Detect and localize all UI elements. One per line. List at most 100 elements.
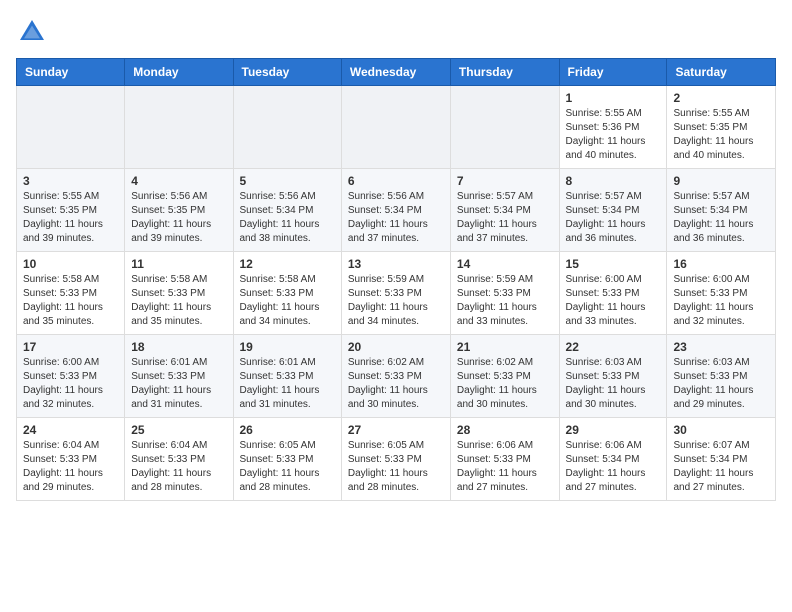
calendar-cell: 9 Sunrise: 5:57 AM Sunset: 5:34 PM Daylig… — [667, 169, 776, 252]
day-number: 20 — [348, 340, 444, 354]
day-number: 17 — [23, 340, 118, 354]
calendar-table: SundayMondayTuesdayWednesdayThursdayFrid… — [16, 58, 776, 501]
day-info: Sunrise: 6:00 AM Sunset: 5:33 PM Dayligh… — [673, 273, 769, 329]
day-number: 23 — [673, 340, 769, 354]
day-number: 26 — [240, 423, 335, 437]
day-info: Sunrise: 6:00 AM Sunset: 5:33 PM Dayligh… — [566, 273, 661, 329]
calendar-cell: 17 Sunrise: 6:00 AM Sunset: 5:33 PM Dayli… — [17, 335, 125, 418]
day-number: 5 — [240, 174, 335, 188]
calendar-cell: 1 Sunrise: 5:55 AM Sunset: 5:36 PM Daylig… — [559, 86, 667, 169]
day-info: Sunrise: 6:03 AM Sunset: 5:33 PM Dayligh… — [566, 356, 661, 412]
calendar-cell: 4 Sunrise: 5:56 AM Sunset: 5:35 PM Daylig… — [125, 169, 233, 252]
day-info: Sunrise: 5:58 AM Sunset: 5:33 PM Dayligh… — [240, 273, 335, 329]
calendar-week-row: 24Sunrise: 6:04 AM Sunset: 5:33 PM Dayli… — [17, 418, 776, 501]
calendar-cell — [17, 86, 125, 169]
calendar-cell: 26 Sunrise: 6:05 AM Sunset: 5:33 PM Dayli… — [233, 418, 341, 501]
calendar-cell: 11 Sunrise: 5:58 AM Sunset: 5:33 PM Dayli… — [125, 252, 233, 335]
calendar-cell: 22 Sunrise: 6:03 AM Sunset: 5:33 PM Dayli… — [559, 335, 667, 418]
day-number: 3 — [23, 174, 118, 188]
calendar-cell: 21Sunrise: 6:02 AM Sunset: 5:33 PM Dayli… — [450, 335, 559, 418]
calendar-cell: 19 Sunrise: 6:01 AM Sunset: 5:33 PM Dayli… — [233, 335, 341, 418]
day-number: 30 — [673, 423, 769, 437]
calendar-cell: 15 Sunrise: 6:00 AM Sunset: 5:33 PM Dayli… — [559, 252, 667, 335]
day-number: 22 — [566, 340, 661, 354]
day-number: 28 — [457, 423, 553, 437]
day-info: Sunrise: 6:05 AM Sunset: 5:33 PM Dayligh… — [240, 439, 335, 495]
day-info: Sunrise: 5:55 AM Sunset: 5:36 PM Dayligh… — [566, 107, 661, 163]
calendar-cell: 3 Sunrise: 5:55 AM Sunset: 5:35 PM Daylig… — [17, 169, 125, 252]
calendar-week-row: 10 Sunrise: 5:58 AM Sunset: 5:33 PM Dayli… — [17, 252, 776, 335]
day-info: Sunrise: 6:06 AM Sunset: 5:34 PM Dayligh… — [566, 439, 661, 495]
calendar-cell: 30 Sunrise: 6:07 AM Sunset: 5:34 PM Dayli… — [667, 418, 776, 501]
day-info: Sunrise: 6:01 AM Sunset: 5:33 PM Dayligh… — [240, 356, 335, 412]
calendar-cell — [125, 86, 233, 169]
day-info: Sunrise: 5:57 AM Sunset: 5:34 PM Dayligh… — [457, 190, 553, 246]
day-info: Sunrise: 6:03 AM Sunset: 5:33 PM Dayligh… — [673, 356, 769, 412]
day-number: 6 — [348, 174, 444, 188]
day-number: 1 — [566, 91, 661, 105]
day-number: 25 — [131, 423, 226, 437]
calendar-cell: 13 Sunrise: 5:59 AM Sunset: 5:33 PM Dayli… — [341, 252, 450, 335]
calendar-cell: 18 Sunrise: 6:01 AM Sunset: 5:33 PM Dayli… — [125, 335, 233, 418]
weekday-header-saturday: Saturday — [667, 59, 776, 86]
calendar-cell: 5 Sunrise: 5:56 AM Sunset: 5:34 PM Daylig… — [233, 169, 341, 252]
day-info: Sunrise: 5:56 AM Sunset: 5:34 PM Dayligh… — [240, 190, 335, 246]
day-number: 9 — [673, 174, 769, 188]
day-number: 29 — [566, 423, 661, 437]
day-number: 18 — [131, 340, 226, 354]
day-info: Sunrise: 6:05 AM Sunset: 5:33 PM Dayligh… — [348, 439, 444, 495]
day-info: Sunrise: 6:00 AM Sunset: 5:33 PM Dayligh… — [23, 356, 118, 412]
day-info: Sunrise: 6:07 AM Sunset: 5:34 PM Dayligh… — [673, 439, 769, 495]
calendar-cell: 10 Sunrise: 5:58 AM Sunset: 5:33 PM Dayli… — [17, 252, 125, 335]
day-number: 21 — [457, 340, 553, 354]
calendar-cell: 20 Sunrise: 6:02 AM Sunset: 5:33 PM Dayli… — [341, 335, 450, 418]
calendar-cell: 28Sunrise: 6:06 AM Sunset: 5:33 PM Dayli… — [450, 418, 559, 501]
calendar-cell — [233, 86, 341, 169]
calendar-cell: 24Sunrise: 6:04 AM Sunset: 5:33 PM Dayli… — [17, 418, 125, 501]
day-number: 10 — [23, 257, 118, 271]
calendar-cell: 7Sunrise: 5:57 AM Sunset: 5:34 PM Daylig… — [450, 169, 559, 252]
day-info: Sunrise: 5:58 AM Sunset: 5:33 PM Dayligh… — [23, 273, 118, 329]
weekday-header-row: SundayMondayTuesdayWednesdayThursdayFrid… — [17, 59, 776, 86]
day-info: Sunrise: 5:55 AM Sunset: 5:35 PM Dayligh… — [23, 190, 118, 246]
day-number: 8 — [566, 174, 661, 188]
calendar-cell: 2 Sunrise: 5:55 AM Sunset: 5:35 PM Daylig… — [667, 86, 776, 169]
weekday-header-wednesday: Wednesday — [341, 59, 450, 86]
day-info: Sunrise: 5:57 AM Sunset: 5:34 PM Dayligh… — [566, 190, 661, 246]
weekday-header-thursday: Thursday — [450, 59, 559, 86]
day-number: 14 — [457, 257, 553, 271]
calendar-cell — [450, 86, 559, 169]
logo — [16, 16, 52, 48]
day-info: Sunrise: 5:57 AM Sunset: 5:34 PM Dayligh… — [673, 190, 769, 246]
day-number: 11 — [131, 257, 226, 271]
day-info: Sunrise: 5:55 AM Sunset: 5:35 PM Dayligh… — [673, 107, 769, 163]
day-info: Sunrise: 6:04 AM Sunset: 5:33 PM Dayligh… — [23, 439, 118, 495]
day-info: Sunrise: 5:59 AM Sunset: 5:33 PM Dayligh… — [348, 273, 444, 329]
day-number: 12 — [240, 257, 335, 271]
calendar-week-row: 17 Sunrise: 6:00 AM Sunset: 5:33 PM Dayli… — [17, 335, 776, 418]
calendar-cell: 25 Sunrise: 6:04 AM Sunset: 5:33 PM Dayli… — [125, 418, 233, 501]
day-number: 15 — [566, 257, 661, 271]
day-info: Sunrise: 6:04 AM Sunset: 5:33 PM Dayligh… — [131, 439, 226, 495]
calendar-cell — [341, 86, 450, 169]
weekday-header-tuesday: Tuesday — [233, 59, 341, 86]
day-number: 2 — [673, 91, 769, 105]
day-info: Sunrise: 5:56 AM Sunset: 5:35 PM Dayligh… — [131, 190, 226, 246]
day-number: 27 — [348, 423, 444, 437]
day-info: Sunrise: 6:02 AM Sunset: 5:33 PM Dayligh… — [348, 356, 444, 412]
page-header — [16, 16, 776, 48]
calendar-cell: 29 Sunrise: 6:06 AM Sunset: 5:34 PM Dayli… — [559, 418, 667, 501]
day-info: Sunrise: 5:58 AM Sunset: 5:33 PM Dayligh… — [131, 273, 226, 329]
day-number: 19 — [240, 340, 335, 354]
day-number: 13 — [348, 257, 444, 271]
day-number: 4 — [131, 174, 226, 188]
day-info: Sunrise: 5:56 AM Sunset: 5:34 PM Dayligh… — [348, 190, 444, 246]
logo-icon — [16, 16, 48, 48]
calendar-cell: 14Sunrise: 5:59 AM Sunset: 5:33 PM Dayli… — [450, 252, 559, 335]
day-info: Sunrise: 6:01 AM Sunset: 5:33 PM Dayligh… — [131, 356, 226, 412]
weekday-header-sunday: Sunday — [17, 59, 125, 86]
calendar-cell: 16 Sunrise: 6:00 AM Sunset: 5:33 PM Dayli… — [667, 252, 776, 335]
weekday-header-monday: Monday — [125, 59, 233, 86]
calendar-cell: 27 Sunrise: 6:05 AM Sunset: 5:33 PM Dayli… — [341, 418, 450, 501]
day-number: 16 — [673, 257, 769, 271]
